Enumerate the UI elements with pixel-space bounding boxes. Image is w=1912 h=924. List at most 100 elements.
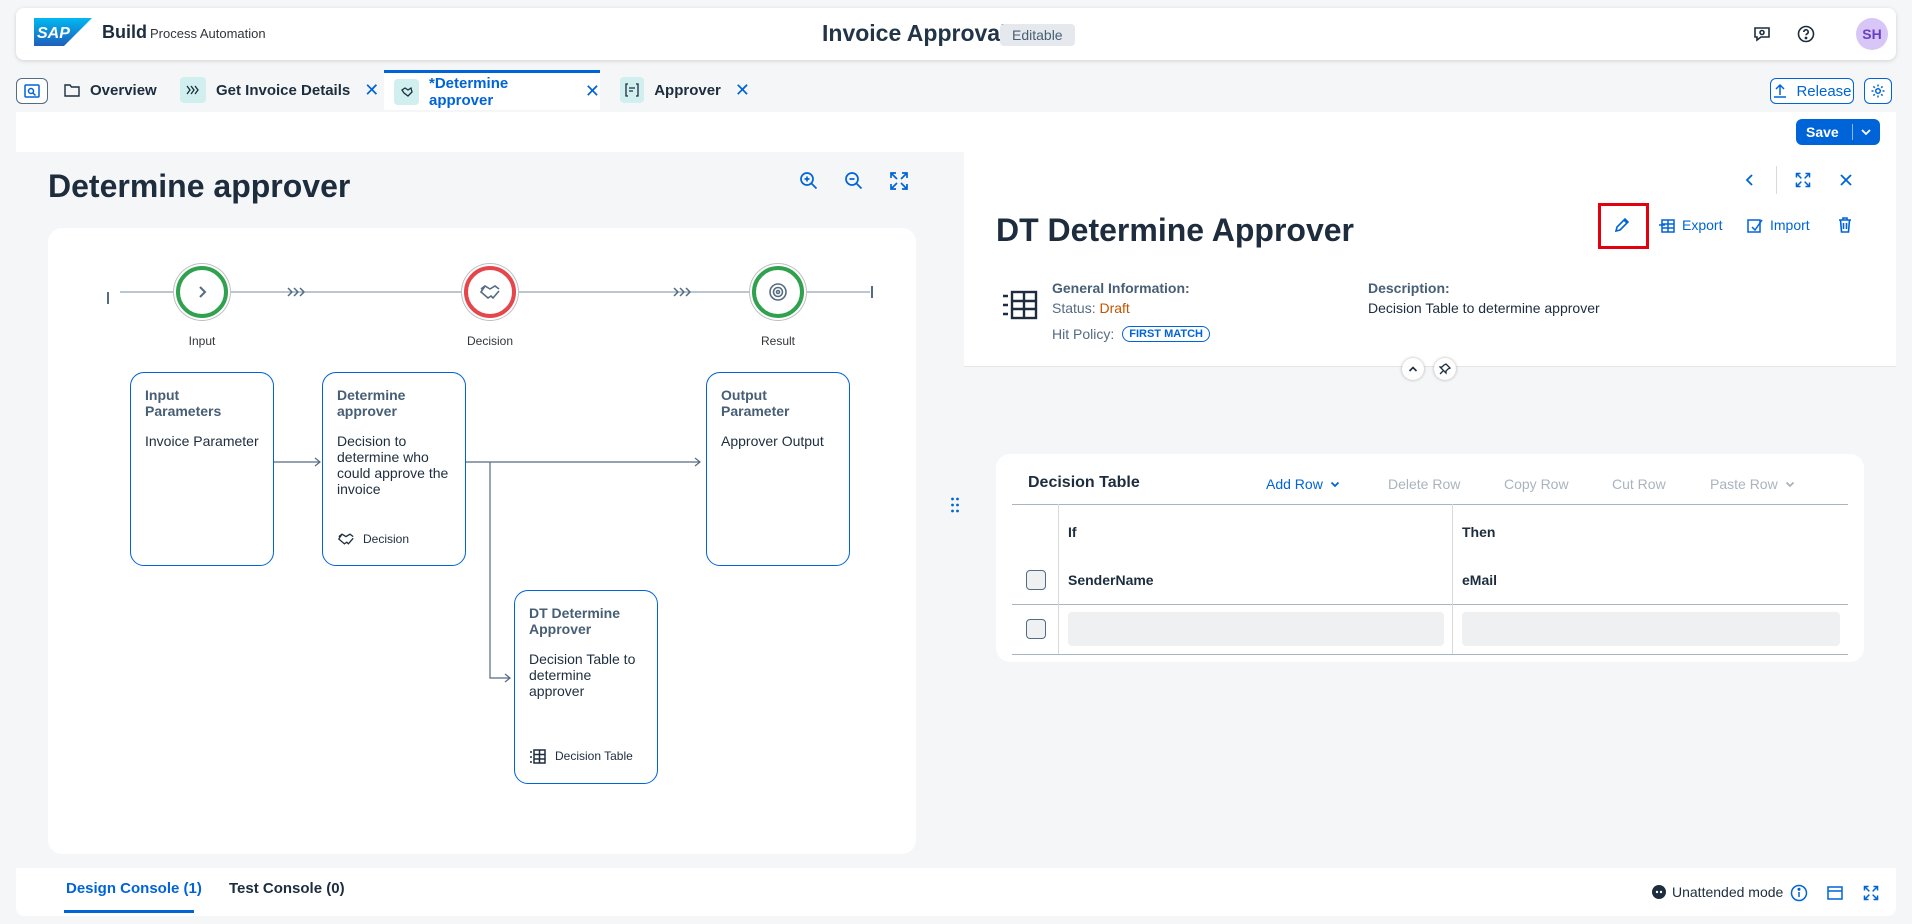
status-value: Draft xyxy=(1099,300,1130,316)
card-description: Approver Output xyxy=(721,433,824,449)
card-footer: Decision xyxy=(337,531,409,547)
import-button[interactable]: Import xyxy=(1746,216,1810,234)
unattended-mode-status: Unattended mode xyxy=(1652,884,1783,900)
card-footer: Decision Table xyxy=(529,747,633,765)
page-title: Determine approver xyxy=(48,168,351,204)
chevron-down-icon xyxy=(1330,481,1339,488)
general-info-label: General Information: xyxy=(1052,280,1190,296)
info-icon[interactable] xyxy=(1790,884,1808,902)
result-node-label: Result xyxy=(760,334,795,348)
hit-policy-badge: FIRST MATCH xyxy=(1122,326,1210,342)
output-parameter-card[interactable]: Output Parameter Approver Output xyxy=(706,372,850,566)
release-button[interactable]: Release xyxy=(1770,78,1854,104)
joule-chat-icon[interactable] xyxy=(1748,20,1776,48)
card-title: Determine approver xyxy=(337,387,406,419)
tab-label: Approver xyxy=(654,81,721,99)
zoom-out-icon[interactable] xyxy=(843,170,865,192)
close-icon[interactable]: ✕ xyxy=(364,80,379,101)
copy-row-button[interactable]: Copy Row xyxy=(1504,476,1569,492)
close-icon[interactable]: ✕ xyxy=(585,81,600,102)
folder-icon xyxy=(62,77,82,103)
chevron-down-icon[interactable] xyxy=(1859,125,1873,139)
sap-logo[interactable]: SAP xyxy=(34,18,92,46)
chevron-right-icon xyxy=(199,286,207,298)
zoom-in-icon[interactable] xyxy=(798,170,820,192)
decision-node[interactable] xyxy=(464,266,516,318)
email-cell-input[interactable] xyxy=(1462,612,1840,646)
tab-overview[interactable]: Overview xyxy=(62,70,172,110)
tab-approver[interactable]: Approver ✕ xyxy=(620,70,750,110)
save-button[interactable]: Save xyxy=(1796,119,1880,145)
tab-determine-approver[interactable]: *Determine approver ✕ xyxy=(384,70,600,110)
search-process-button[interactable] xyxy=(16,78,48,104)
svg-text:SAP: SAP xyxy=(37,25,70,42)
pin-header-button[interactable] xyxy=(1434,358,1456,380)
description-value: Decision Table to determine approver xyxy=(1368,300,1600,316)
pin-icon xyxy=(1439,363,1451,375)
gear-icon xyxy=(1871,84,1885,98)
card-description: Decision Table to determine approver xyxy=(529,651,636,699)
chevron-down-icon xyxy=(1785,481,1794,488)
tab-get-invoice-details[interactable]: Get Invoice Details ✕ xyxy=(180,70,380,110)
fit-screen-icon[interactable] xyxy=(888,170,910,192)
avatar[interactable]: SH xyxy=(1856,18,1888,50)
close-icon[interactable]: ✕ xyxy=(735,80,750,101)
upload-icon xyxy=(1774,83,1787,98)
input-parameters-card[interactable]: Input Parameters Invoice Parameter xyxy=(130,372,274,566)
status-badge: Editable xyxy=(1000,24,1075,46)
export-label: Export xyxy=(1682,217,1723,233)
decision-table-icon xyxy=(1002,286,1038,322)
email-column[interactable]: eMail xyxy=(1462,572,1497,588)
handshake-icon xyxy=(479,285,500,300)
brand-name: Build xyxy=(102,22,147,42)
collapse-header-button[interactable] xyxy=(1402,358,1424,380)
maximize-icon[interactable] xyxy=(1862,884,1880,902)
panel-icon[interactable] xyxy=(1826,884,1844,902)
cut-row-label: Cut Row xyxy=(1612,476,1666,492)
card-title: Output Parameter xyxy=(721,387,790,419)
hit-policy-label: Hit Policy: xyxy=(1052,326,1115,342)
mode-label: Unattended mode xyxy=(1672,884,1784,900)
paste-row-button[interactable]: Paste Row xyxy=(1710,476,1796,492)
input-node[interactable] xyxy=(176,266,228,318)
card-footer-label: Decision Table xyxy=(555,749,633,763)
settings-button[interactable] xyxy=(1864,78,1892,104)
card-title: DT Determine Approver xyxy=(529,605,621,637)
import-icon xyxy=(1747,219,1763,233)
robot-icon xyxy=(1652,885,1666,899)
status-row: Status: Draft xyxy=(1052,300,1130,316)
delete-row-button[interactable]: Delete Row xyxy=(1388,476,1460,492)
decision-table-heading: Decision Table xyxy=(1028,474,1140,491)
add-row-label: Add Row xyxy=(1266,476,1323,492)
cut-row-button[interactable]: Cut Row xyxy=(1612,476,1666,492)
tab-design-console[interactable]: Design Console (1) xyxy=(66,880,202,897)
handshake-icon xyxy=(337,533,354,545)
if-header: If xyxy=(1068,524,1077,540)
tab-test-console[interactable]: Test Console (0) xyxy=(229,880,345,897)
copy-row-label: Copy Row xyxy=(1504,476,1569,492)
dt-determine-approver-card[interactable]: DT Determine Approver Decision Table to … xyxy=(514,590,658,784)
tab-label: *Determine approver xyxy=(429,74,509,109)
expand-icon[interactable] xyxy=(1794,171,1812,189)
delete-icon[interactable] xyxy=(1836,216,1854,234)
close-icon[interactable] xyxy=(1838,172,1854,188)
delete-row-label: Delete Row xyxy=(1388,476,1461,492)
pane-splitter-handle[interactable] xyxy=(950,496,960,514)
sendername-column[interactable]: SenderName xyxy=(1068,572,1154,588)
export-button[interactable]: Export xyxy=(1658,216,1722,234)
edit-pencil-icon[interactable] xyxy=(1613,216,1631,234)
card-description: Decision to determine who could approve … xyxy=(337,433,449,497)
row-checkbox[interactable] xyxy=(1026,619,1046,639)
result-node[interactable] xyxy=(752,266,804,318)
decision-table-title: DT Determine Approver xyxy=(996,212,1354,248)
select-all-checkbox[interactable] xyxy=(1026,570,1046,590)
determine-approver-card[interactable]: Determine approver Decision to determine… xyxy=(322,372,466,566)
add-row-button[interactable]: Add Row xyxy=(1266,476,1341,492)
tab-label: Overview xyxy=(90,81,157,99)
sendername-cell-input[interactable] xyxy=(1068,612,1444,646)
decision-icon xyxy=(394,78,419,105)
help-icon[interactable] xyxy=(1792,20,1820,48)
target-icon xyxy=(769,283,787,301)
chevron-left-icon[interactable] xyxy=(1742,172,1758,188)
automation-icon xyxy=(180,77,206,103)
